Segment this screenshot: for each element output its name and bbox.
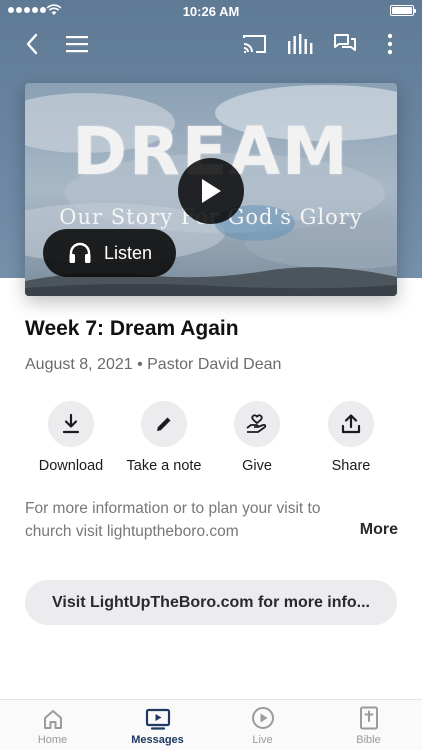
play-circle-icon bbox=[251, 707, 274, 729]
more-link[interactable]: More bbox=[360, 521, 398, 539]
headphones-icon bbox=[69, 242, 91, 263]
tab-live-label: Live bbox=[252, 734, 273, 746]
tab-home[interactable]: Home bbox=[0, 700, 105, 750]
status-bar: 10:26 AM bbox=[0, 0, 422, 22]
home-icon bbox=[43, 710, 62, 729]
back-button[interactable] bbox=[18, 30, 46, 58]
sermon-title: Week 7: Dream Again bbox=[25, 317, 239, 340]
share-button[interactable]: Share bbox=[296, 401, 406, 474]
give-hand-heart-icon bbox=[246, 414, 267, 433]
give-circle[interactable] bbox=[234, 401, 280, 447]
listen-label: Listen bbox=[104, 242, 153, 263]
cast-icon bbox=[243, 35, 266, 53]
tv-play-icon bbox=[145, 708, 170, 730]
listen-button[interactable]: Listen bbox=[43, 229, 176, 277]
battery-icon bbox=[390, 5, 416, 16]
more-options-button[interactable] bbox=[376, 30, 404, 58]
tab-messages-label: Messages bbox=[131, 734, 184, 746]
sermon-description: For more information or to plan your vis… bbox=[25, 500, 321, 540]
menu-button[interactable] bbox=[63, 30, 91, 58]
hamburger-icon bbox=[66, 36, 88, 53]
tab-messages[interactable]: Messages bbox=[105, 700, 210, 750]
download-icon bbox=[62, 414, 80, 434]
pencil-icon bbox=[157, 417, 171, 431]
chevron-left-icon bbox=[26, 33, 38, 55]
sermon-meta: August 8, 2021 • Pastor David Dean bbox=[25, 356, 282, 373]
download-circle[interactable] bbox=[48, 401, 94, 447]
cast-button[interactable] bbox=[241, 30, 269, 58]
play-button[interactable] bbox=[178, 158, 244, 224]
chat-button[interactable] bbox=[331, 30, 359, 58]
play-icon bbox=[202, 179, 221, 203]
status-time: 10:26 AM bbox=[182, 4, 240, 19]
tab-live[interactable]: Live bbox=[210, 700, 315, 750]
tab-bible[interactable]: Bible bbox=[316, 700, 421, 750]
visit-website-button[interactable]: Visit LightUpTheBoro.com for more info..… bbox=[25, 580, 397, 625]
chat-bubbles-icon bbox=[334, 34, 356, 51]
share-label: Share bbox=[331, 458, 371, 474]
share-icon bbox=[341, 414, 361, 434]
bible-icon bbox=[359, 706, 378, 730]
share-circle[interactable] bbox=[328, 401, 374, 447]
tab-home-label: Home bbox=[37, 734, 68, 746]
audio-levels-button[interactable] bbox=[286, 30, 314, 58]
equalizer-icon bbox=[288, 34, 313, 54]
tab-bible-label: Bible bbox=[356, 734, 381, 746]
take-note-circle[interactable] bbox=[141, 401, 187, 447]
sermon-artwork[interactable]: DREAM Our Story For God's Glory Listen bbox=[25, 83, 397, 296]
tab-bar: Home Messages Live Bible bbox=[0, 699, 422, 750]
vertical-dots-icon bbox=[387, 33, 393, 55]
